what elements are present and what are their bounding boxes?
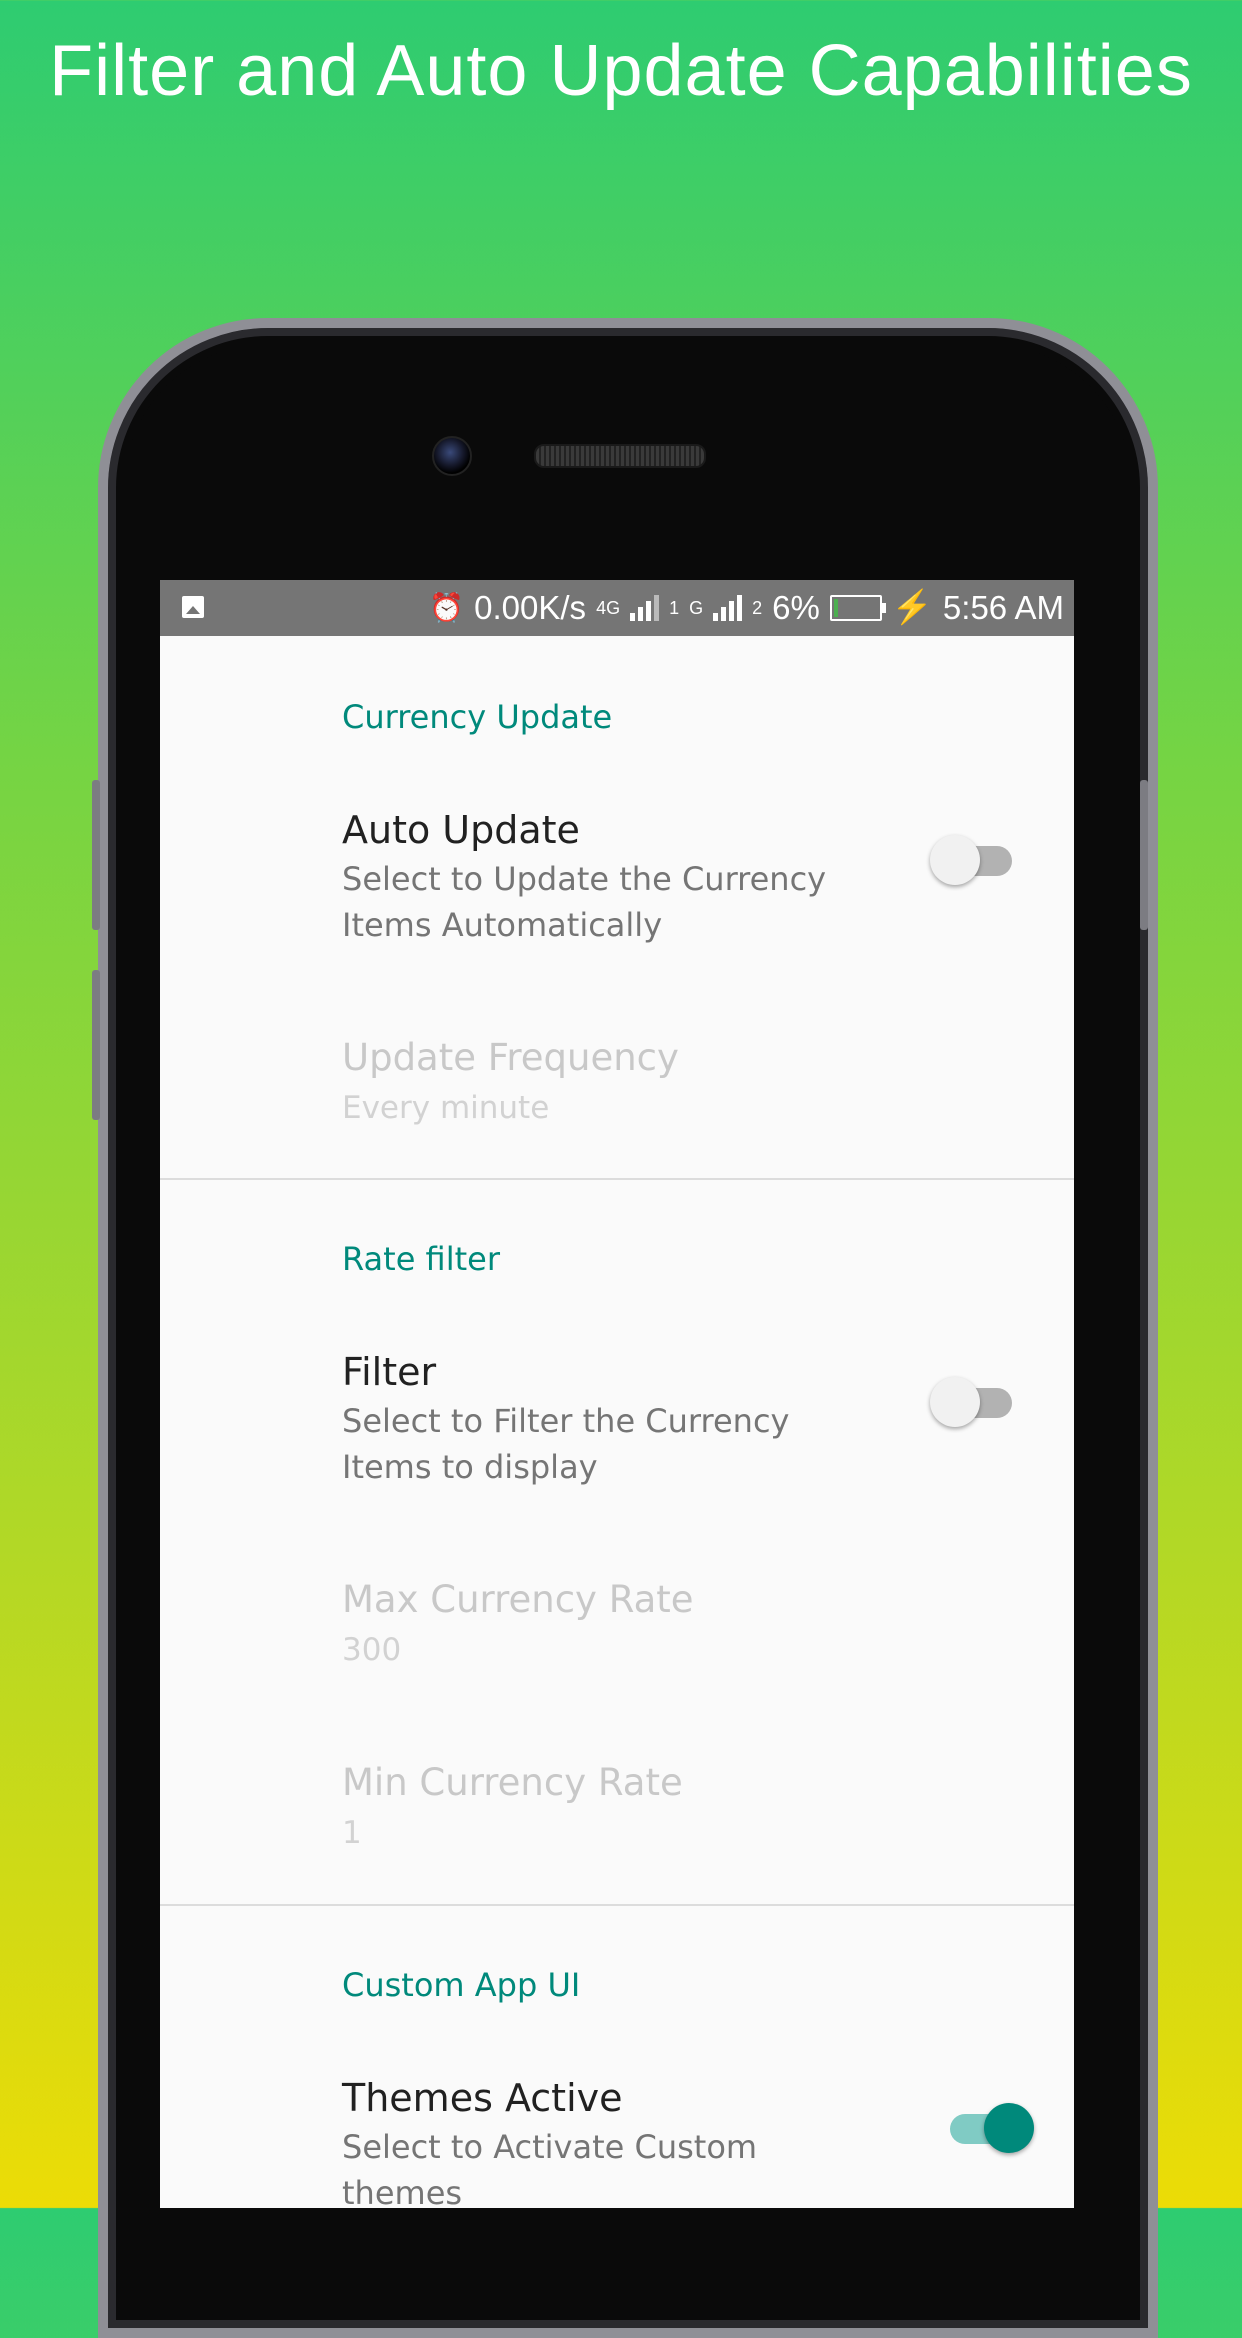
section-title-rate-filter: Rate filter bbox=[342, 1240, 500, 1278]
phone-power-button bbox=[1140, 780, 1148, 930]
themes-active-title: Themes Active bbox=[342, 2076, 623, 2120]
camera-icon bbox=[432, 436, 472, 476]
clock: 5:56 AM bbox=[942, 588, 1064, 626]
auto-update-title: Auto Update bbox=[342, 808, 580, 852]
filter-summary: Select to Filter the Currency Items to d… bbox=[342, 1402, 790, 1486]
filter-switch[interactable] bbox=[930, 1372, 1014, 1428]
phone-screen: ⏰ 0.00K/s 4G 1 G 2 6% ⚡ 5:56 AM Currency… bbox=[160, 580, 1074, 2208]
section-title-custom-ui: Custom App UI bbox=[342, 1966, 581, 2004]
phone-volume-button-lower bbox=[92, 970, 100, 1120]
image-icon bbox=[182, 596, 204, 618]
switch-thumb bbox=[930, 1377, 980, 1427]
sim2-network-label: G bbox=[689, 597, 704, 618]
max-rate-title: Max Currency Rate bbox=[342, 1578, 694, 1621]
status-bar-right: ⏰ 0.00K/s 4G 1 G 2 6% ⚡ 5:56 AM bbox=[429, 588, 1064, 627]
min-rate-title: Min Currency Rate bbox=[342, 1761, 683, 1804]
section-divider bbox=[160, 1178, 1074, 1180]
net-speed: 0.00K/s bbox=[474, 588, 587, 626]
max-rate-value: 300 bbox=[342, 1632, 402, 1668]
status-bar: ⏰ 0.00K/s 4G 1 G 2 6% ⚡ 5:56 AM bbox=[160, 580, 1074, 636]
update-frequency-title: Update Frequency bbox=[342, 1036, 679, 1079]
headline: Filter and Auto Update Capabilities bbox=[49, 31, 1193, 111]
alarm-icon: ⏰ bbox=[429, 592, 465, 623]
themes-active-switch[interactable] bbox=[944, 2098, 1034, 2154]
signal-icon bbox=[630, 594, 660, 621]
auto-update-switch[interactable] bbox=[930, 830, 1014, 886]
auto-update-summary: Select to Update the Currency Items Auto… bbox=[342, 860, 827, 944]
battery-icon bbox=[829, 594, 886, 621]
themes-active-summary: Select to Activate Custom themes bbox=[342, 2128, 758, 2208]
filter-title: Filter bbox=[342, 1350, 437, 1394]
update-frequency-value: Every minute bbox=[342, 1090, 550, 1126]
battery-percent: 6% bbox=[772, 588, 820, 626]
signal-icon-sim2 bbox=[713, 594, 743, 621]
section-title-currency-update: Currency Update bbox=[342, 698, 613, 736]
sim1-index: 1 bbox=[669, 597, 680, 618]
min-rate-value: 1 bbox=[342, 1815, 362, 1851]
section-divider bbox=[160, 1904, 1074, 1906]
switch-thumb bbox=[984, 2103, 1034, 2153]
switch-thumb bbox=[930, 835, 980, 885]
sim1-network-label: 4G bbox=[596, 597, 621, 618]
sim2-index: 2 bbox=[752, 597, 763, 618]
phone-volume-button bbox=[92, 780, 100, 930]
charging-icon: ⚡ bbox=[891, 588, 933, 625]
speaker-grille bbox=[534, 444, 706, 468]
